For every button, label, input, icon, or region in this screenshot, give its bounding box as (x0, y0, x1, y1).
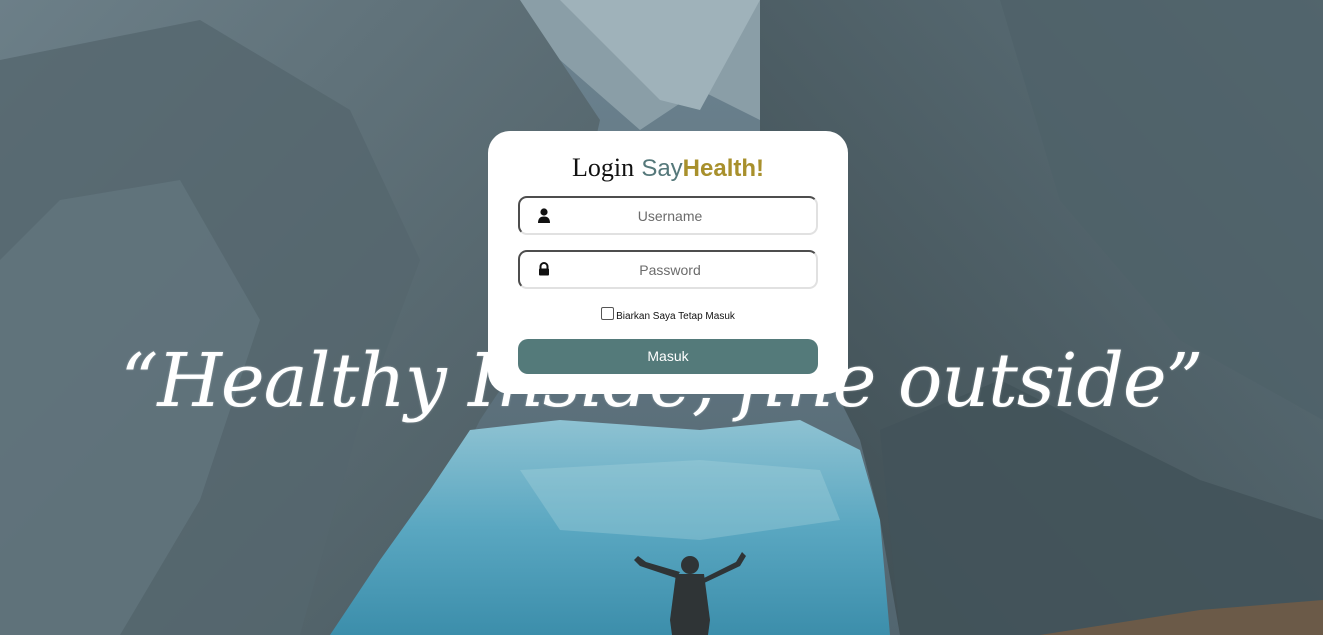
remember-label: Biarkan Saya Tetap Masuk (616, 311, 735, 322)
password-input[interactable] (560, 252, 780, 287)
login-card: Login SayHealth! Biarkan Saya Tetap Masu… (488, 131, 848, 394)
brand-say-text: Say (641, 155, 683, 182)
login-button[interactable]: Masuk (518, 339, 818, 374)
login-title: Login SayHealth! (488, 151, 848, 185)
title-login-text: Login (571, 153, 635, 182)
remember-me[interactable]: Biarkan Saya Tetap Masuk (488, 307, 848, 322)
username-input[interactable] (560, 198, 780, 233)
user-icon (537, 208, 551, 224)
username-field[interactable] (518, 196, 818, 235)
remember-checkbox[interactable] (601, 307, 615, 320)
lock-icon (537, 262, 551, 278)
brand-health-text: Health! (682, 155, 765, 182)
password-field[interactable] (518, 250, 818, 289)
